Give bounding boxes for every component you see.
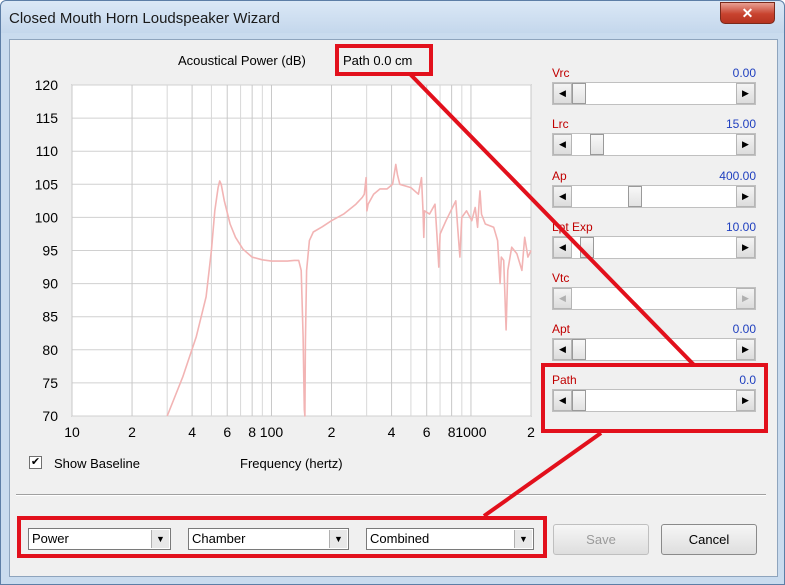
- scroll-left-icon[interactable]: ◀: [553, 339, 572, 360]
- scroll-right-icon[interactable]: ▶: [736, 134, 755, 155]
- cancel-button[interactable]: Cancel: [661, 524, 757, 555]
- param-vrc: Vrc 0.00 ◀ ▶: [552, 66, 756, 106]
- show-baseline-checkbox[interactable]: ✔: [29, 456, 42, 469]
- lpt-exp-label: Lpt Exp: [552, 220, 593, 234]
- scroll-left-icon[interactable]: ◀: [553, 237, 572, 258]
- y-tick-label: 70: [42, 408, 58, 424]
- scroll-left-icon[interactable]: ◀: [553, 186, 572, 207]
- x-tick-label: 1000: [455, 424, 486, 440]
- lpt-exp-value: 10.00: [725, 220, 756, 234]
- x-tick-label: 4: [388, 424, 396, 440]
- x-tick-label: 6: [223, 424, 231, 440]
- x-tick-label: 6: [423, 424, 431, 440]
- path-slider-highlight: [541, 363, 768, 433]
- vrc-slider[interactable]: ◀ ▶: [552, 82, 756, 105]
- y-tick-label: 100: [35, 209, 59, 225]
- apt-slider-thumb[interactable]: [572, 339, 586, 360]
- close-icon: ✕: [741, 4, 754, 21]
- x-tick-label: 2: [328, 424, 336, 440]
- apt-value: 0.00: [732, 322, 756, 336]
- param-ap: Ap 400.00 ◀ ▶: [552, 169, 756, 209]
- scroll-right-icon[interactable]: ▶: [736, 237, 755, 258]
- vrc-slider-thumb[interactable]: [572, 83, 586, 104]
- scroll-left-icon[interactable]: ◀: [553, 134, 572, 155]
- lpt-exp-slider[interactable]: ◀ ▶: [552, 236, 756, 259]
- vtc-label: Vtc: [552, 271, 570, 285]
- x-tick-label: 4: [188, 424, 196, 440]
- lrc-slider[interactable]: ◀ ▶: [552, 133, 756, 156]
- x-tick-label: 100: [260, 424, 284, 440]
- param-apt: Apt 0.00 ◀ ▶: [552, 322, 756, 362]
- close-button[interactable]: ✕: [720, 2, 775, 24]
- scroll-right-icon[interactable]: ▶: [736, 83, 755, 104]
- dropdowns-highlight: [17, 516, 547, 558]
- x-tick-label: 2: [128, 424, 136, 440]
- vrc-label: Vrc: [552, 66, 570, 80]
- lrc-value: 15.00: [725, 117, 756, 131]
- scroll-right-icon[interactable]: ▶: [736, 339, 755, 360]
- y-tick-label: 95: [42, 243, 58, 259]
- y-tick-label: 90: [42, 276, 58, 292]
- x-axis-label: Frequency (hertz): [240, 456, 343, 471]
- y-tick-label: 105: [35, 176, 59, 192]
- y-tick-label: 75: [42, 375, 58, 391]
- show-baseline-label: Show Baseline: [54, 456, 140, 471]
- apt-slider[interactable]: ◀ ▶: [552, 338, 756, 361]
- x-tick-label: 8: [248, 424, 256, 440]
- y-tick-label: 80: [42, 342, 58, 358]
- vtc-slider[interactable]: ◀ ▶: [552, 287, 756, 310]
- lrc-label: Lrc: [552, 117, 569, 131]
- separator-line: [16, 494, 766, 496]
- checkmark-icon: ✔: [30, 456, 41, 468]
- param-lpt-exp: Lpt Exp 10.00 ◀ ▶: [552, 220, 756, 260]
- title-bar[interactable]: Closed Mouth Horn Loudspeaker Wizard ✕: [1, 1, 784, 33]
- y-tick-label: 120: [35, 78, 59, 93]
- apt-label: Apt: [552, 322, 571, 336]
- y-tick-label: 110: [36, 143, 59, 159]
- y-tick-label: 115: [36, 110, 59, 126]
- param-lrc: Lrc 15.00 ◀ ▶: [552, 117, 756, 157]
- x-tick-label: 2: [527, 424, 535, 440]
- path-label-highlight: [335, 44, 433, 76]
- ap-slider[interactable]: ◀ ▶: [552, 185, 756, 208]
- frequency-response-chart: 12011511010510095908580757010 2 4 6 8 100 2 4 6 8…: [35, 78, 535, 440]
- save-button[interactable]: Save: [553, 524, 649, 555]
- scroll-right-icon[interactable]: ▶: [736, 288, 755, 309]
- scroll-right-icon[interactable]: ▶: [736, 186, 755, 207]
- x-tick-label: 10: [64, 424, 80, 440]
- y-tick-label: 85: [42, 309, 58, 325]
- lpt-exp-slider-thumb[interactable]: [580, 237, 594, 258]
- ap-label: Ap: [552, 169, 567, 183]
- window-title: Closed Mouth Horn Loudspeaker Wizard: [9, 10, 280, 27]
- scroll-left-icon[interactable]: ◀: [553, 288, 572, 309]
- ap-slider-thumb[interactable]: [628, 186, 642, 207]
- chart-title: Acoustical Power (dB): [178, 53, 306, 68]
- scroll-left-icon[interactable]: ◀: [553, 83, 572, 104]
- lrc-slider-thumb[interactable]: [590, 134, 604, 155]
- ap-value: 400.00: [719, 169, 756, 183]
- param-vtc: Vtc ◀ ▶: [552, 271, 756, 311]
- vrc-value: 0.00: [732, 66, 756, 80]
